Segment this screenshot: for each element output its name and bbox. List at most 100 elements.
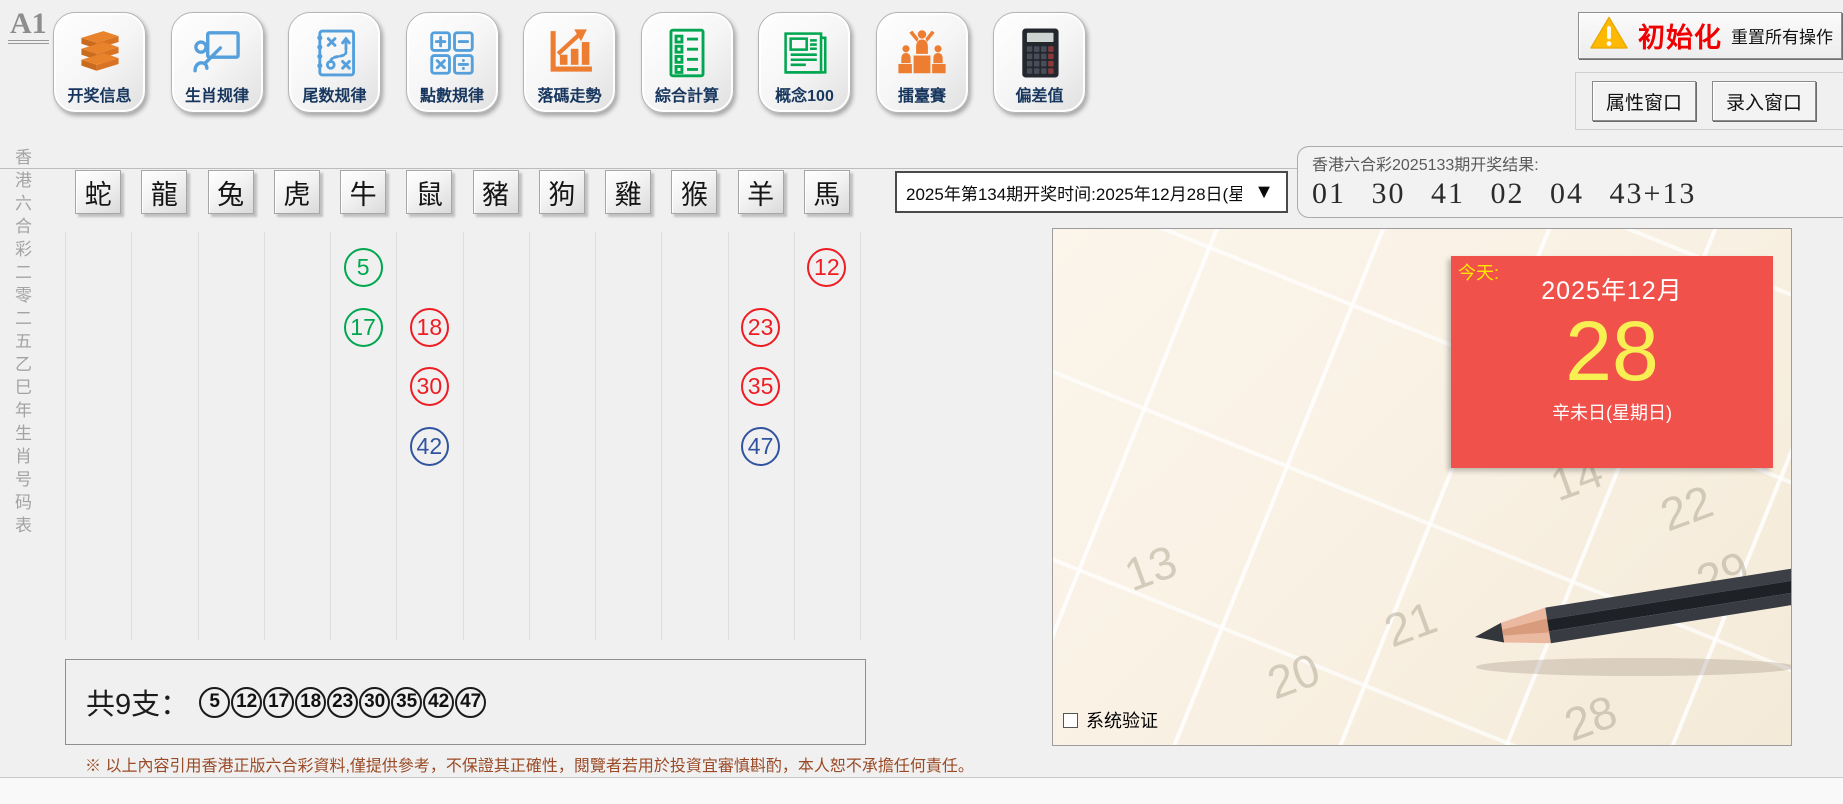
- calendar-faint-number: 20: [1260, 642, 1327, 710]
- chevron-down-icon[interactable]: ▼: [1242, 181, 1286, 204]
- init-button-sublabel: 重置所有操作: [1731, 23, 1833, 48]
- number-ball-5: 5: [344, 248, 383, 287]
- toolbar-button-label: 點數規律: [420, 82, 484, 106]
- today-card: 今天: 2025年12月 28 辛未日(星期日): [1451, 256, 1773, 468]
- warning-icon: [1589, 15, 1629, 56]
- grid-column-line: [198, 232, 199, 640]
- system-verify-label: 系统验证: [1086, 707, 1158, 733]
- calendar-faint-number: 21: [1377, 590, 1444, 658]
- grid-column-line: [396, 232, 397, 640]
- grid-column-line: [330, 232, 331, 640]
- today-month: 2025年12月: [1541, 271, 1682, 307]
- toolbar-button-label: 綜合計算: [655, 82, 719, 106]
- zodiac-button-11[interactable]: 羊: [738, 170, 784, 214]
- calendar-panel: 13202114222829 今天: 2025年12月 28 辛未日(星期日) …: [1052, 228, 1792, 746]
- today-label: 今天:: [1458, 259, 1499, 285]
- summary-ball-12: 12: [231, 687, 262, 718]
- init-button[interactable]: 初始化 重置所有操作: [1578, 12, 1842, 59]
- number-ball-17: 17: [344, 308, 383, 347]
- entry-window-button[interactable]: 录入窗口: [1712, 81, 1816, 121]
- zodiac-button-6[interactable]: 鼠: [406, 170, 452, 214]
- summary-ball-42: 42: [423, 687, 454, 718]
- zodiac-button-2[interactable]: 龍: [141, 170, 187, 214]
- toolbar-button-4[interactable]: 點數規律: [406, 12, 499, 113]
- zodiac-button-12[interactable]: 馬: [804, 170, 850, 214]
- toolbar-button-label: 擂臺賽: [898, 82, 946, 106]
- summary-ball-17: 17: [263, 687, 294, 718]
- number-ball-30: 30: [410, 367, 449, 406]
- presentation-icon: [189, 24, 245, 82]
- grid-column-line: [860, 232, 861, 640]
- toolbar-button-label: 开奖信息: [67, 82, 131, 106]
- toolbar-button-7[interactable]: 概念100: [758, 12, 851, 113]
- toolbar-separator: [0, 168, 1299, 169]
- toolbar-button-1[interactable]: 开奖信息: [53, 12, 146, 113]
- draw-period-value: 2025年第134期开奖时间:2025年12月28日(星期日): [897, 180, 1242, 205]
- zodiac-button-8[interactable]: 狗: [539, 170, 585, 214]
- calculator-icon: [1012, 24, 1068, 82]
- grid-column-line: [595, 232, 596, 640]
- grid-column-line: [264, 232, 265, 640]
- grid-column-line: [65, 232, 66, 640]
- toolbar-button-label: 生肖规律: [185, 82, 249, 106]
- podium-icon: [894, 24, 950, 82]
- zodiac-button-7[interactable]: 豬: [473, 170, 519, 214]
- summary-ball-23: 23: [327, 687, 358, 718]
- calendar-faint-number: 22: [1653, 474, 1720, 542]
- grid-column-line: [131, 232, 132, 640]
- toolbar-button-9[interactable]: 偏差值: [993, 12, 1086, 113]
- math-grid-icon: [424, 24, 480, 82]
- checklist-icon: [659, 24, 715, 82]
- last-result-numbers: 01 30 41 02 04 43+13: [1312, 177, 1843, 211]
- zodiac-row: 蛇龍兔虎牛鼠豬狗雞猴羊馬: [65, 170, 860, 216]
- today-day: 28: [1565, 309, 1658, 393]
- toolbar-button-2[interactable]: 生肖规律: [171, 12, 264, 113]
- grid-column-line: [463, 232, 464, 640]
- zodiac-number-grid: 51718304223354712: [65, 228, 860, 640]
- summary-box: 共9支： 51217182330354247: [65, 659, 866, 745]
- number-ball-23: 23: [741, 308, 780, 347]
- app-logo: A1: [8, 8, 49, 44]
- chart-icon: [542, 24, 598, 82]
- calendar-faint-number: 13: [1117, 534, 1184, 602]
- summary-ball-47: 47: [455, 687, 486, 718]
- zodiac-button-4[interactable]: 虎: [274, 170, 320, 214]
- number-ball-18: 18: [410, 308, 449, 347]
- zodiac-button-10[interactable]: 猴: [671, 170, 717, 214]
- init-button-label: 初始化: [1638, 16, 1722, 55]
- books-icon: [72, 24, 128, 82]
- last-result-title: 香港六合彩2025133期开奖结果:: [1312, 151, 1843, 175]
- left-vertical-title: 香港六合彩二零二五乙巳年生肖号码表: [9, 148, 34, 539]
- draw-period-dropdown[interactable]: 2025年第134期开奖时间:2025年12月28日(星期日) ▼: [895, 171, 1288, 213]
- strategy-icon: [307, 24, 363, 82]
- toolbar-button-3[interactable]: 尾数规律: [288, 12, 381, 113]
- toolbar-button-label: 落碼走勢: [537, 82, 601, 106]
- grid-column-line: [529, 232, 530, 640]
- summary-ball-35: 35: [391, 687, 422, 718]
- toolbar-button-8[interactable]: 擂臺賽: [876, 12, 969, 113]
- summary-balls: 51217182330354247: [199, 687, 486, 718]
- toolbar: 开奖信息 生肖规律 尾数规律 點數規律 落碼走勢 綜合計算 概念100 擂臺賽 偏差值: [53, 12, 1086, 113]
- checkbox-icon[interactable]: [1063, 713, 1078, 728]
- toolbar-button-5[interactable]: 落碼走勢: [523, 12, 616, 113]
- number-ball-47: 47: [741, 427, 780, 466]
- number-ball-42: 42: [410, 427, 449, 466]
- toolbar-button-label: 偏差值: [1015, 82, 1063, 106]
- zodiac-button-3[interactable]: 兔: [208, 170, 254, 214]
- summary-label: 共9支：: [86, 681, 189, 723]
- toolbar-button-6[interactable]: 綜合計算: [641, 12, 734, 113]
- summary-ball-5: 5: [199, 687, 230, 718]
- last-result-panel: 香港六合彩2025133期开奖结果: 01 30 41 02 04 43+13: [1297, 146, 1843, 218]
- property-window-button[interactable]: 属性窗口: [1592, 81, 1696, 121]
- grid-column-line: [728, 232, 729, 640]
- number-ball-35: 35: [741, 367, 780, 406]
- pencil-image: [1461, 551, 1791, 681]
- summary-ball-18: 18: [295, 687, 326, 718]
- toolbar-button-label: 尾数规律: [302, 82, 366, 106]
- zodiac-button-5[interactable]: 牛: [340, 170, 386, 214]
- disclaimer-text: ※ 以上內容引用香港正版六合彩資料,僅提供參考，不保證其正確性，閱覽者若用於投資…: [85, 752, 974, 776]
- zodiac-button-9[interactable]: 雞: [605, 170, 651, 214]
- window-buttons-group: 属性窗口 录入窗口: [1575, 72, 1843, 130]
- zodiac-button-1[interactable]: 蛇: [75, 170, 121, 214]
- system-verify-checkbox[interactable]: 系统验证: [1063, 707, 1158, 733]
